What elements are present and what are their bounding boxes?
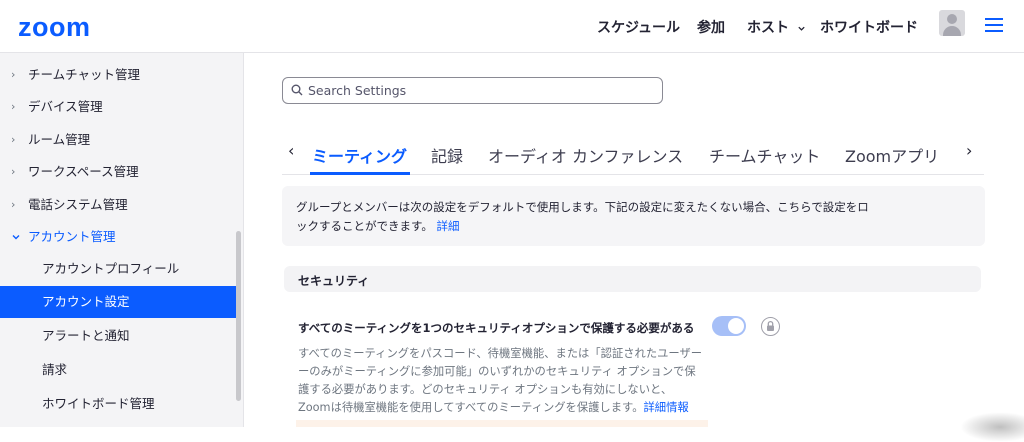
info-banner: グループとメンバーは次の設定をデフォルトで使用します。下記の設定に変えたくない場… [282, 186, 985, 246]
nav-join[interactable]: 参加 [697, 17, 725, 37]
security-option-toggle[interactable] [712, 316, 746, 336]
chevron-right-icon: › [11, 133, 16, 146]
sidebar-item-phone-system[interactable]: › 電話システム管理 [0, 189, 238, 221]
tab-meeting[interactable]: ミーティング [312, 143, 407, 167]
chevron-right-icon: › [11, 198, 16, 211]
chevron-right-icon: › [11, 100, 16, 113]
nav-schedule[interactable]: スケジュール [597, 17, 680, 37]
sidebar-item-account-settings[interactable]: アカウント設定 [0, 286, 238, 318]
info-details-link[interactable]: 詳細 [437, 219, 460, 233]
search-input[interactable]: Search Settings [282, 77, 663, 104]
setting-desc-line1: すべてのミーティングをパスコード、待機室機能、または「認証されたユーザー [298, 347, 703, 360]
zoom-logo[interactable]: zoom [18, 12, 91, 43]
search-placeholder: Search Settings [308, 83, 407, 98]
sidebar: › チームチャット管理 › デバイス管理 › ルーム管理 › ワークスペース管理… [0, 53, 244, 427]
avatar-body [943, 26, 961, 36]
chevron-right-icon: › [11, 68, 16, 81]
sidebar-item-devices[interactable]: › デバイス管理 [0, 91, 238, 123]
section-header-security: セキュリティ [284, 266, 981, 292]
tab-audio-conferencing[interactable]: オーディオ カンファレンス [488, 143, 683, 167]
sidebar-item-label: チームチャット管理 [28, 67, 141, 82]
tab-zoom-apps[interactable]: Zoomアプリ [845, 143, 939, 167]
avatar[interactable] [939, 10, 965, 36]
chevron-down-icon [798, 26, 805, 31]
sidebar-item-label: ホワイトボード管理 [42, 396, 155, 411]
chevron-right-icon[interactable]: › [966, 141, 972, 160]
active-tab-indicator [310, 172, 410, 175]
sidebar-item-whiteboard-management[interactable]: ホワイトボード管理 [0, 388, 238, 420]
sidebar-item-rooms[interactable]: › ルーム管理 [0, 124, 238, 156]
setting-desc-line4: Zoomは待機室機能を使用してすべてのミーティングを保護します。 [298, 401, 644, 414]
sidebar-item-alerts[interactable]: アラートと通知 [0, 320, 238, 352]
info-text-line1: グループとメンバーは次の設定をデフォルトで使用します。下記の設定に変えたくない場… [296, 200, 869, 214]
chevron-left-icon[interactable]: ‹ [288, 141, 294, 160]
sidebar-item-label: アカウント設定 [42, 294, 130, 309]
setting-desc-line3: 護する必要があります。どのセキュリティ オプションも有効にしないと、 [298, 383, 673, 396]
sidebar-item-workspaces[interactable]: › ワークスペース管理 [0, 156, 238, 188]
sidebar-item-label: ワークスペース管理 [28, 164, 139, 179]
nav-host[interactable]: ホスト [747, 17, 806, 37]
sidebar-item-label: アカウントプロフィール [42, 261, 180, 276]
info-text-line2: ックすることができます。 [296, 219, 433, 233]
setting-learn-more-link[interactable]: 詳細情報 [644, 401, 689, 414]
floating-button-shadow [960, 412, 1024, 442]
sidebar-item-billing[interactable]: 請求 [0, 354, 238, 386]
chevron-down-icon [12, 235, 20, 240]
nav-whiteboard[interactable]: ホワイトボード [820, 17, 918, 37]
toggle-knob [728, 318, 744, 334]
setting-desc-line2: ーのみがミーティングに参加可能」のいずれかのセキュリティ オプションで保 [298, 365, 696, 378]
nav-host-label: ホスト [747, 20, 789, 36]
setting-description: すべてのミーティングをパスコード、待機室機能、または「認証されたユーザー ーのみ… [298, 345, 708, 417]
sidebar-item-label: ルーム管理 [28, 132, 91, 147]
search-icon [291, 84, 303, 96]
tab-team-chat[interactable]: チームチャット [709, 143, 820, 167]
settings-tabs: ‹ ミーティング 記録 オーディオ カンファレンス チームチャット Zoomアプ… [282, 135, 984, 175]
sidebar-item-label: デバイス管理 [28, 99, 103, 114]
avatar-head [947, 14, 957, 24]
top-navigation-bar: zoom スケジュール 参加 ホスト ホワイトボード [0, 0, 1024, 53]
lock-glyph [767, 320, 774, 331]
sidebar-scrollbar[interactable] [236, 231, 241, 401]
lock-icon[interactable] [761, 317, 780, 336]
sidebar-item-account-management[interactable]: アカウント管理 [0, 221, 238, 253]
sidebar-item-label: 電話システム管理 [28, 197, 128, 212]
hamburger-menu-icon[interactable] [985, 18, 1003, 32]
setting-title: すべてのミーティングを1つのセキュリティオプションで保護する必要がある [298, 321, 695, 335]
sidebar-item-label: 請求 [42, 362, 68, 377]
chevron-right-icon: › [11, 165, 16, 178]
sidebar-item-label: アラートと通知 [42, 328, 130, 343]
sidebar-item-label: アカウント管理 [28, 229, 116, 244]
sidebar-item-account-profile[interactable]: アカウントプロフィール [0, 253, 238, 285]
notice-strip [296, 420, 708, 427]
tab-recording[interactable]: 記録 [431, 143, 463, 167]
sidebar-item-team-chat[interactable]: › チームチャット管理 [0, 59, 238, 91]
